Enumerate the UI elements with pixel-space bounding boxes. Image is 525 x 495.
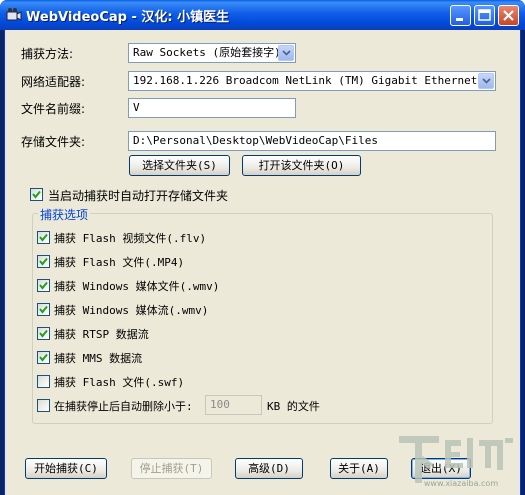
auto-open-checkbox[interactable]	[30, 188, 43, 201]
checkmark-icon	[39, 353, 48, 362]
capture-wmv-stream-checkbox[interactable]	[37, 303, 50, 316]
app-window: WebVideoCap - 汉化: 小镇医生 捕获方法: Raw Sockets…	[0, 0, 525, 495]
file-prefix-input[interactable]: V	[128, 98, 296, 118]
advanced-button[interactable]: 高级(D)	[235, 458, 303, 479]
capture-swf-label: 捕获 Flash 文件(.swf)	[54, 376, 185, 389]
checkmark-icon	[39, 257, 48, 266]
capture-rtsp-label: 捕获 RTSP 数据流	[54, 328, 149, 341]
capture-rtsp-checkbox[interactable]	[37, 327, 50, 340]
chevron-down-icon[interactable]	[278, 45, 294, 61]
checkmark-icon	[39, 281, 48, 290]
capture-flv-label: 捕获 Flash 视频文件(.flv)	[54, 232, 207, 245]
maximize-icon	[478, 9, 491, 21]
storage-folder-label: 存储文件夹:	[21, 135, 86, 149]
checkmark-icon	[39, 305, 48, 314]
capture-mms-checkbox[interactable]	[37, 351, 50, 364]
minimize-button[interactable]	[450, 5, 471, 26]
auto-delete-checkbox[interactable]	[37, 399, 50, 412]
auto-delete-label: 在捕获停止后自动删除小于:	[54, 400, 193, 413]
storage-folder-input[interactable]: D:\Personal\Desktop\WebVideoCap\Files	[128, 131, 496, 151]
capture-wmv-stream-label: 捕获 Windows 媒体流(.wmv)	[54, 304, 209, 317]
capture-method-select[interactable]: Raw Sockets (原始套接字)	[128, 43, 296, 63]
watermark-logo: www.xiazaiba.com	[399, 436, 513, 488]
title-bar[interactable]: WebVideoCap - 汉化: 小镇医生	[0, 0, 525, 30]
close-icon	[503, 10, 514, 21]
open-folder-button[interactable]: 打开该文件夹(O)	[242, 155, 361, 176]
capture-wmv-file-label: 捕获 Windows 媒体文件(.wmv)	[54, 280, 220, 293]
capture-mms-label: 捕获 MMS 数据流	[54, 352, 143, 365]
about-button[interactable]: 关于(A)	[330, 458, 388, 479]
start-capture-button[interactable]: 开始捕获(C)	[25, 458, 107, 479]
capture-swf-checkbox[interactable]	[37, 375, 50, 388]
dialog-body: 捕获方法: Raw Sockets (原始套接字) 网络适配器: 192.168…	[4, 30, 521, 495]
watermark-url: www.xiazaiba.com	[424, 479, 498, 488]
minimize-icon	[456, 18, 463, 21]
capture-options-legend: 捕获选项	[38, 206, 91, 223]
network-adapter-select[interactable]: 192.168.1.226 Broadcom NetLink (TM) Giga…	[128, 71, 496, 91]
window-title: WebVideoCap - 汉化: 小镇医生	[26, 10, 230, 25]
close-button[interactable]	[498, 5, 519, 26]
app-icon	[6, 8, 22, 21]
network-adapter-value: 192.168.1.226 Broadcom NetLink (TM) Giga…	[133, 74, 496, 87]
chevron-down-icon[interactable]	[478, 73, 494, 89]
capture-mp4-label: 捕获 Flash 文件(.MP4)	[54, 256, 185, 269]
choose-folder-button[interactable]: 选择文件夹(S)	[129, 155, 230, 176]
min-size-input[interactable]: 100	[205, 395, 262, 415]
min-size-unit-label: KB 的文件	[267, 400, 320, 413]
checkmark-icon	[39, 233, 48, 242]
capture-wmv-file-checkbox[interactable]	[37, 279, 50, 292]
network-adapter-label: 网络适配器:	[21, 75, 86, 89]
auto-open-label: 当启动捕获时自动打开存储文件夹	[48, 189, 229, 203]
capture-method-label: 捕获方法:	[21, 47, 74, 61]
capture-flv-checkbox[interactable]	[37, 231, 50, 244]
capture-mp4-checkbox[interactable]	[37, 255, 50, 268]
checkmark-icon	[39, 329, 48, 338]
capture-method-value: Raw Sockets (原始套接字)	[133, 46, 281, 59]
maximize-button[interactable]	[474, 5, 495, 26]
checkmark-icon	[32, 190, 41, 199]
stop-capture-button[interactable]: 停止捕获(T)	[131, 458, 212, 479]
file-prefix-label: 文件名前缀:	[21, 102, 86, 116]
